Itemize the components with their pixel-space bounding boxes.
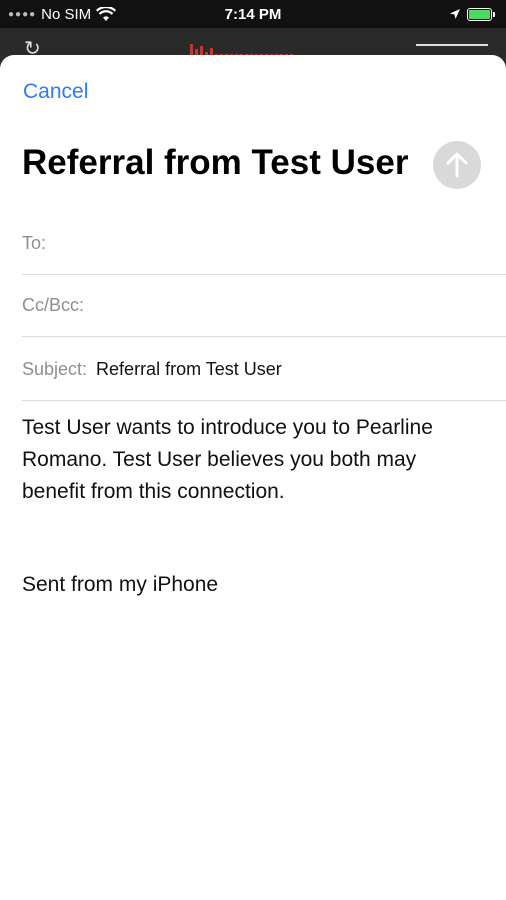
subject-value[interactable]: Referral from Test User — [96, 359, 282, 380]
status-time: 7:14 PM — [224, 5, 282, 23]
to-label: To: — [22, 233, 47, 253]
subject-field[interactable]: Subject: Referral from Test User — [22, 339, 506, 401]
signal-dots-icon: ●●●● — [8, 8, 37, 20]
battery-icon — [467, 7, 495, 21]
screen: ●●●● No SIM 7:14 PM ↻ Cancel Referral fr… — [0, 0, 506, 900]
subject-label: Subject: — [22, 359, 88, 379]
compose-sheet: Cancel Referral from Test User To: Cc/Bc… — [0, 55, 506, 900]
cc-bcc-field[interactable]: Cc/Bcc: — [22, 275, 506, 337]
battery-fill — [469, 9, 490, 19]
background-app-action — [416, 44, 488, 54]
cc-bcc-label: Cc/Bcc: — [22, 295, 85, 315]
to-input[interactable] — [52, 223, 506, 264]
to-field[interactable]: To: — [22, 213, 506, 275]
message-body[interactable]: Test User wants to introduce you to Pear… — [22, 412, 482, 508]
status-right — [449, 7, 495, 21]
signature[interactable]: Sent from my iPhone — [22, 573, 218, 597]
status-left: ●●●● No SIM — [8, 5, 117, 23]
send-arrow-icon — [446, 152, 468, 178]
cc-bcc-input[interactable] — [90, 285, 506, 326]
status-bar: ●●●● No SIM 7:14 PM — [0, 0, 506, 28]
compose-title: Referral from Test User — [22, 143, 409, 182]
carrier-label: No SIM — [41, 5, 92, 23]
send-button[interactable] — [433, 141, 481, 189]
background-app-logo — [190, 40, 320, 58]
cancel-button[interactable]: Cancel — [23, 80, 88, 104]
location-arrow-icon — [450, 9, 460, 19]
wifi-icon — [96, 6, 117, 21]
